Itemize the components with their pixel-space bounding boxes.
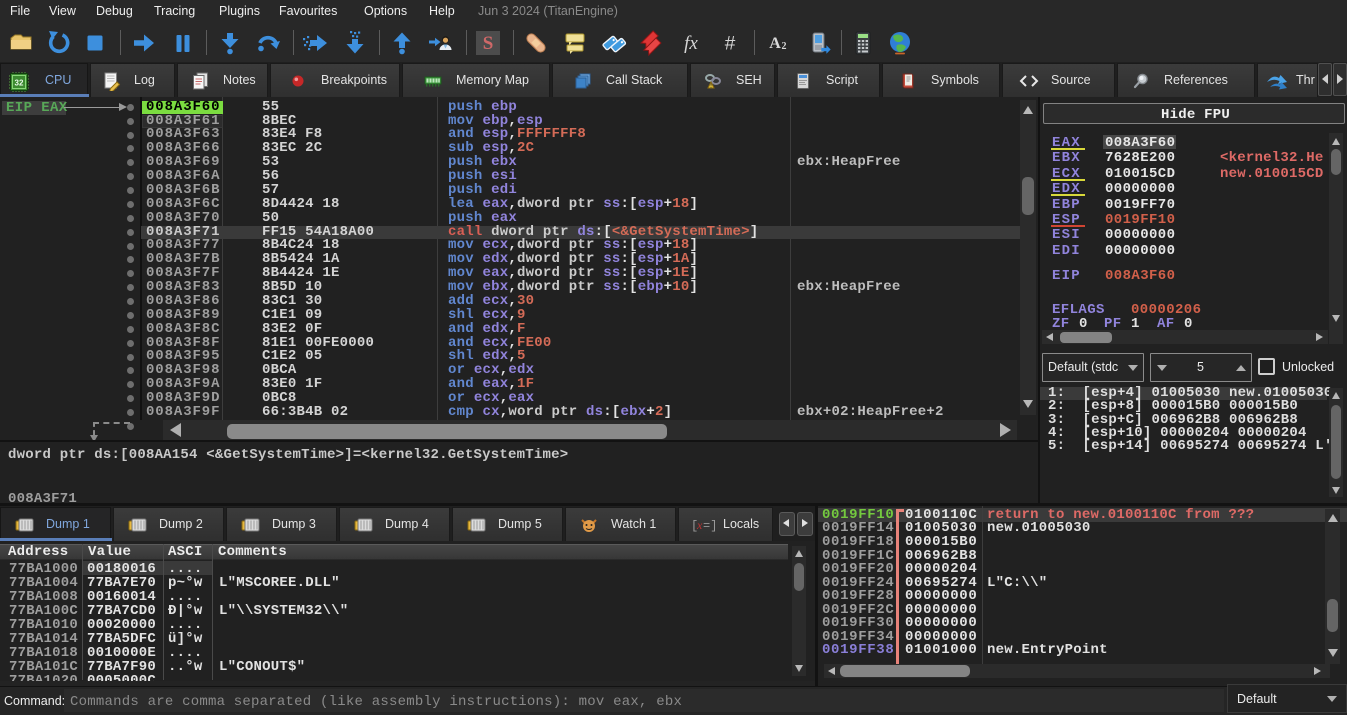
- svg-text:fx: fx: [684, 33, 698, 54]
- svg-text:32: 32: [15, 79, 24, 88]
- svg-text:!: !: [710, 84, 712, 90]
- svg-text:2: 2: [782, 41, 787, 52]
- svg-text:=]: =]: [703, 519, 715, 532]
- svg-text:A: A: [769, 35, 781, 52]
- svg-text:#: #: [725, 34, 736, 55]
- svg-text:S: S: [483, 33, 494, 54]
- svg-text:x: x: [696, 518, 703, 532]
